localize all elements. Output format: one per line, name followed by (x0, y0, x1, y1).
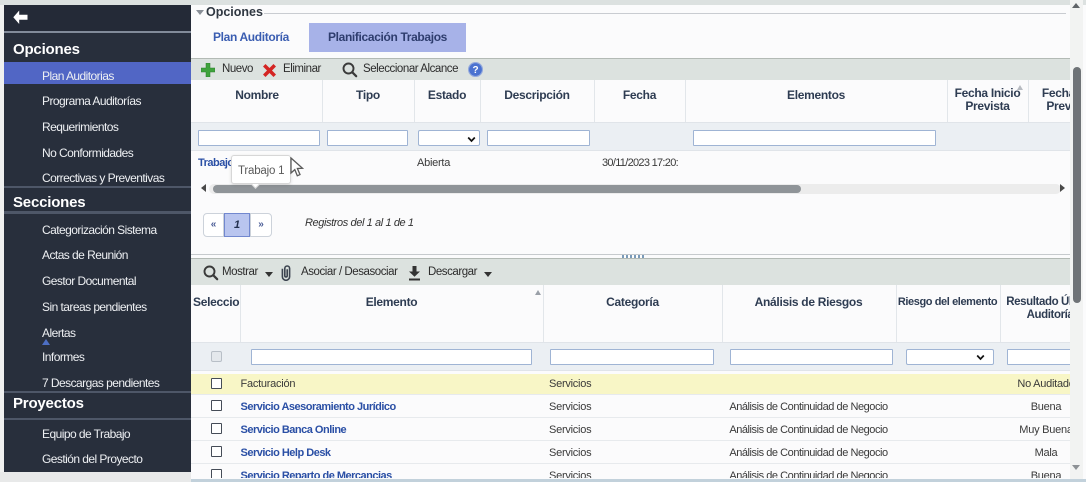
svg-text:?: ? (472, 65, 478, 76)
